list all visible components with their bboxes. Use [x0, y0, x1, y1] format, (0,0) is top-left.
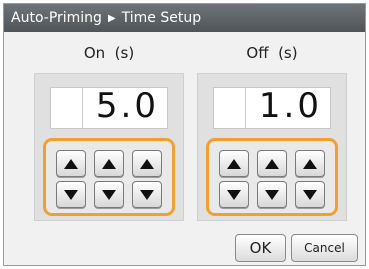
on-tens-up-button[interactable] — [56, 150, 86, 177]
display-divider — [82, 88, 83, 128]
on-tenths-down-button[interactable] — [132, 181, 162, 208]
triangle-up-icon — [102, 158, 116, 169]
cancel-button[interactable]: Cancel — [291, 234, 358, 262]
title-page: Time Setup — [121, 10, 202, 26]
on-value: 5.0 — [95, 86, 159, 126]
triangle-up-icon — [140, 158, 154, 169]
on-stepper — [43, 138, 175, 216]
triangle-up-icon — [227, 158, 241, 169]
triangle-down-icon — [265, 189, 279, 200]
title-bar: Auto-Priming ▶ Time Setup — [4, 4, 365, 32]
off-tens-up-button[interactable] — [219, 150, 249, 177]
off-tens-down-button[interactable] — [219, 181, 249, 208]
off-panel: 1.0 — [197, 73, 347, 221]
on-value-display: 5.0 — [50, 86, 168, 129]
off-value: 1.0 — [258, 86, 322, 126]
off-tenths-up-button[interactable] — [295, 150, 325, 177]
time-setup-dialog: Auto-Priming ▶ Time Setup On (s) 5.0 Off… — [3, 3, 366, 266]
display-divider — [245, 88, 246, 128]
triangle-up-icon — [303, 158, 317, 169]
triangle-down-icon — [140, 189, 154, 200]
off-ones-up-button[interactable] — [257, 150, 287, 177]
off-label: Off (s) — [246, 44, 298, 62]
off-ones-down-button[interactable] — [257, 181, 287, 208]
title-section: Auto-Priming — [11, 10, 102, 26]
off-tenths-down-button[interactable] — [295, 181, 325, 208]
ok-button[interactable]: OK — [235, 234, 286, 262]
on-label: On (s) — [83, 44, 135, 62]
triangle-up-icon — [265, 158, 279, 169]
on-panel: 5.0 — [34, 73, 184, 221]
breadcrumb-arrow-icon: ▶ — [107, 13, 116, 24]
on-ones-down-button[interactable] — [94, 181, 124, 208]
triangle-up-icon — [64, 158, 78, 169]
triangle-down-icon — [64, 189, 78, 200]
triangle-down-icon — [303, 189, 317, 200]
on-tenths-up-button[interactable] — [132, 150, 162, 177]
triangle-down-icon — [102, 189, 116, 200]
off-stepper — [206, 138, 338, 216]
triangle-down-icon — [227, 189, 241, 200]
on-tens-down-button[interactable] — [56, 181, 86, 208]
off-value-display: 1.0 — [213, 86, 331, 129]
on-ones-up-button[interactable] — [94, 150, 124, 177]
